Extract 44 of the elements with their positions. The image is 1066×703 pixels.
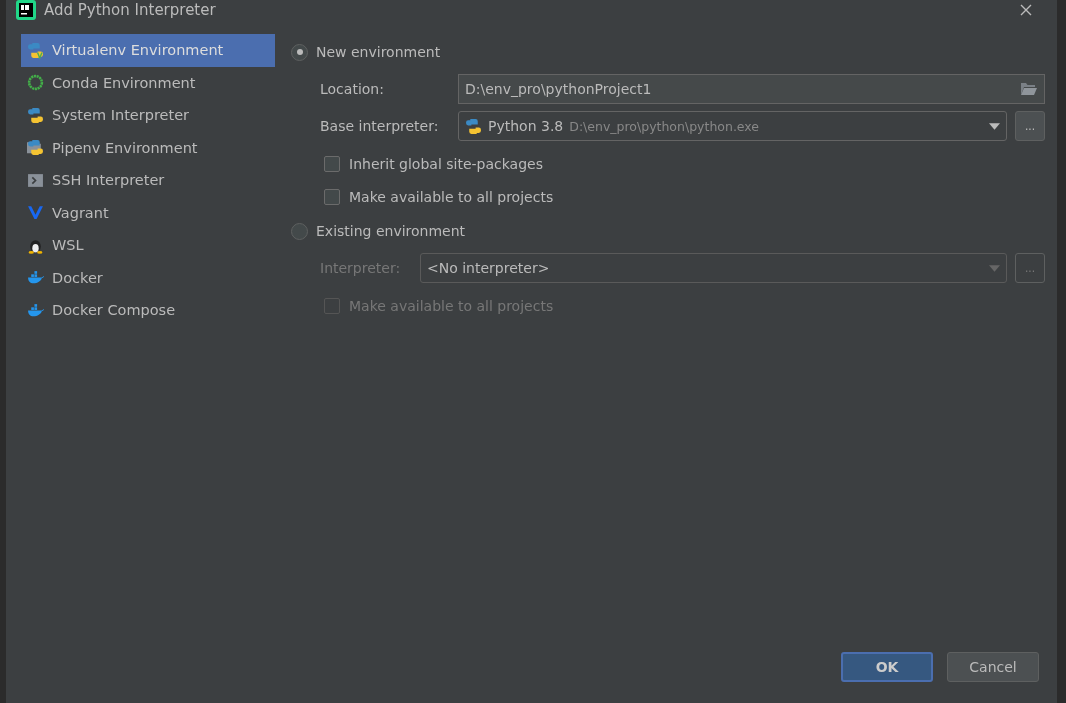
checkbox-label: Inherit global site-packages [349,155,543,172]
interpreter-dropdown[interactable]: Python 3.8 D:\env_pro\python\python.exe [458,111,1007,141]
radio-label: New environment [316,44,441,60]
checkbox[interactable] [324,188,340,205]
sidebar-item[interactable]: Docker [21,261,275,294]
radio-option[interactable]: New environment [291,36,1045,68]
caret-icon [989,264,1000,272]
browse-button[interactable]: ... [1015,111,1045,141]
sidebar-item[interactable]: SSH Interpreter [21,164,275,197]
field-label: Base interpreter: [320,118,440,134]
checkbox[interactable] [324,155,340,172]
sidebar-item[interactable]: Docker Compose [21,294,275,327]
close-icon[interactable] [1019,3,1033,17]
app-logo-icon [16,0,36,20]
checkbox-row[interactable]: Make available to all projects [324,180,1045,213]
window-title: Add Python Interpreter [44,1,217,19]
sidebar-item[interactable]: WSL [21,229,275,262]
field-label: Interpreter: [320,260,402,276]
ring-icon [27,74,44,92]
radio-label: Existing environment [316,223,466,239]
ok-button[interactable]: OK [841,651,933,682]
folder-icon[interactable] [1020,82,1038,96]
sidebar-item[interactable]: Vagrant [21,196,275,229]
python-icon [27,106,44,124]
radio-option[interactable]: Existing environment [291,215,1045,247]
terminal-icon [27,171,44,189]
sidebar-item[interactable]: Pipenv Environment [21,131,275,164]
whale-icon [27,301,44,319]
python-icon [27,139,44,157]
radio-button[interactable] [291,222,308,240]
python-icon [27,41,44,59]
checkbox-label: Make available to all projects [349,188,554,205]
checkbox-label: Make available to all projects [349,297,554,314]
sidebar-item[interactable]: Conda Environment [21,66,275,99]
cancel-button[interactable]: Cancel [947,651,1039,682]
sidebar-item[interactable]: System Interpreter [21,99,275,132]
v-logo-icon [27,204,44,222]
caret-icon [989,122,1000,130]
field-label: Location: [320,81,385,97]
python-icon [465,117,482,135]
radio-button[interactable] [291,43,308,61]
checkbox-row[interactable]: Inherit global site-packages [324,147,1045,180]
sidebar-item[interactable]: Virtualenv Environment [21,34,275,67]
location-field[interactable]: D:\env_pro\pythonProject1 [458,74,1045,104]
